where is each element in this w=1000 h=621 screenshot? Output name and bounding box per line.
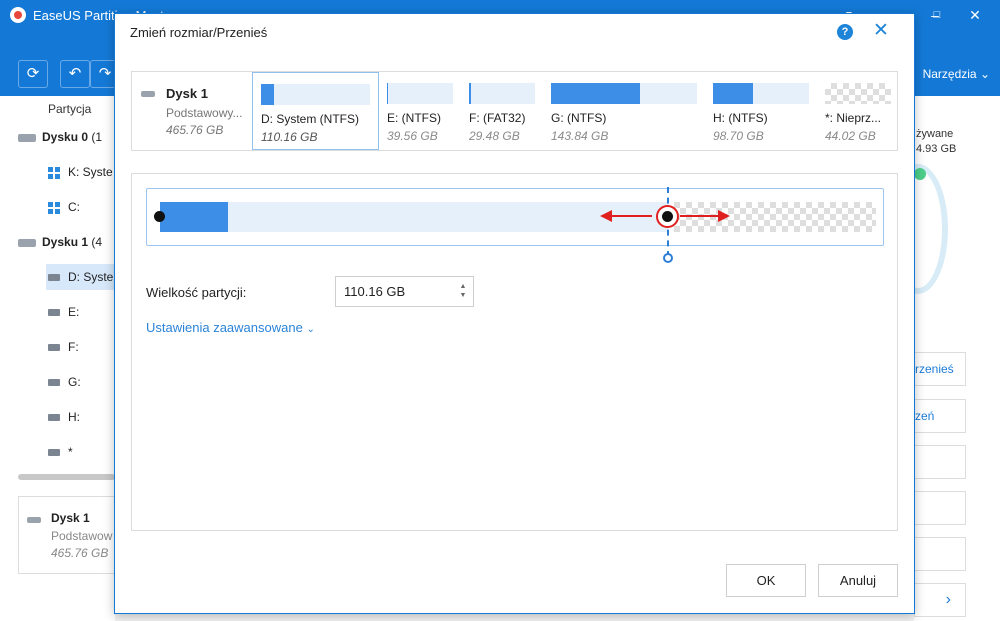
boundary-pin-icon <box>663 253 673 263</box>
partition-icon <box>48 414 60 422</box>
disk-card-type: Podstawow <box>51 529 113 543</box>
partition-size: 44.02 GB <box>825 129 876 143</box>
cancel-button[interactable]: Anuluj <box>818 564 898 597</box>
properties-panel: żywane 4.93 GB rzenieś zeń › <box>888 96 1000 621</box>
partition-label: *: Nieprz... <box>825 111 882 125</box>
disk-card-size: 465.76 GB <box>51 546 109 560</box>
horizontal-scrollbar[interactable] <box>18 474 115 480</box>
left-resize-handle[interactable] <box>154 211 165 222</box>
partition-d[interactable]: D: System (NTFS) 110.16 GB <box>252 72 379 150</box>
partition-usage-bar <box>261 84 370 105</box>
right-resize-handle[interactable] <box>655 204 680 229</box>
disk-size: 465.76 GB <box>166 123 224 137</box>
partition-icon <box>48 274 60 282</box>
disk-info: Dysk 1 Podstawowy... 465.76 GB <box>132 72 252 150</box>
undo-icon[interactable]: ↶ <box>60 60 90 88</box>
partition-usage-bar <box>713 83 809 104</box>
partition-usage-fill <box>469 83 471 104</box>
partition-h[interactable]: H: (NTFS) 98.70 GB <box>705 72 817 150</box>
partition-e[interactable]: E: (NTFS) 39.56 GB <box>379 72 461 150</box>
used-label: żywane <box>916 128 954 140</box>
partition-label: D: System (NTFS) <box>261 112 359 126</box>
tree-unallocated[interactable]: * <box>48 439 73 465</box>
partition-icon <box>48 449 60 457</box>
partition-label: E: (NTFS) <box>387 111 441 125</box>
partition-label: G: (NTFS) <box>551 111 607 125</box>
partition-size: 110.16 GB <box>261 130 318 144</box>
partition-icon <box>48 309 60 317</box>
tree-disk-0[interactable]: Dysku 0 (1 <box>18 124 102 150</box>
tree-partition-k[interactable]: K: Syste <box>48 159 113 185</box>
chevron-down-icon: ⌄ <box>306 324 315 335</box>
dialog-title: Zmień rozmiar/Przenieś <box>130 25 268 40</box>
partition-size: 29.48 GB <box>469 129 520 143</box>
disk-icon <box>27 517 41 523</box>
tree-partition-c[interactable]: C: <box>48 194 80 220</box>
resize-move-dialog: Zmień rozmiar/Przenieś ? ✕ Dysk 1 Podsta… <box>114 13 915 614</box>
partition-size-input[interactable]: 110.16 GB <box>335 276 474 307</box>
close-icon[interactable]: ✕ <box>872 21 890 41</box>
partition-usage-bar <box>469 83 535 104</box>
size-spinner-icon[interactable]: ▲ ▼ <box>458 282 468 300</box>
partition-bar <box>160 202 668 232</box>
disk-card[interactable]: Dysk 1 Podstawow 465.76 GB <box>18 496 118 574</box>
help-icon[interactable]: ? <box>837 24 853 40</box>
tree-disk-1[interactable]: Dysku 1 (4 <box>18 229 102 255</box>
disk-map: Dysk 1 Podstawowy... 465.76 GB D: System… <box>131 71 898 151</box>
chevron-right-icon: › <box>945 591 951 608</box>
disk-icon <box>18 133 36 142</box>
partition-icon <box>48 379 60 387</box>
partition-usage-fill <box>387 83 389 104</box>
tree-partition-g[interactable]: G: <box>48 369 81 395</box>
partition-label: H: (NTFS) <box>713 111 768 125</box>
partition-usage-fill <box>261 84 275 105</box>
tree-partition-f[interactable]: F: <box>48 334 79 360</box>
partition-f[interactable]: F: (FAT32) 29.48 GB <box>461 72 543 150</box>
disk-icon <box>141 91 155 97</box>
app-logo-icon <box>10 7 26 23</box>
partition-unallocated[interactable]: *: Nieprz... 44.02 GB <box>817 72 897 150</box>
action-button-5[interactable] <box>914 537 966 571</box>
partition-g[interactable]: G: (NTFS) 143.84 GB <box>543 72 705 150</box>
partition-size: 143.84 GB <box>551 129 609 143</box>
disk-name: Dysk 1 <box>166 86 208 101</box>
resize-move-button[interactable]: rzenieś <box>914 352 966 386</box>
partition-column-header: Partycja <box>48 102 92 116</box>
partition-usage-fill <box>713 83 754 104</box>
partition-icon <box>48 344 60 352</box>
disk-icon <box>18 238 36 247</box>
tree-partition-e[interactable]: E: <box>48 299 79 325</box>
windows-icon <box>48 201 60 214</box>
partition-label: F: (FAT32) <box>469 111 526 125</box>
resize-panel: Wielkość partycji: 110.16 GB ▲ ▼ Ustawien… <box>131 173 898 531</box>
tools-menu[interactable]: Narzędzia ⌄ <box>923 67 990 81</box>
advanced-settings-link[interactable]: Ustawienia zaawansowane ⌄ <box>146 320 315 335</box>
partition-usage-fill <box>551 83 641 104</box>
used-value: 4.93 GB <box>916 143 957 155</box>
tree-partition-h[interactable]: H: <box>48 404 80 430</box>
tree-partition-d[interactable]: D: Syste <box>46 264 115 290</box>
refresh-icon[interactable]: ⟳ <box>18 60 48 88</box>
disk-card-name: Dysk 1 <box>51 511 90 525</box>
partition-size: 39.56 GB <box>387 129 438 143</box>
partition-size: 98.70 GB <box>713 129 764 143</box>
unallocated-bar <box>825 83 891 104</box>
action-button-4[interactable] <box>914 491 966 525</box>
usage-dot <box>914 168 926 180</box>
partition-usage-bar <box>551 83 697 104</box>
partition-size-label: Wielkość partycji: <box>146 285 247 300</box>
partition-tree-panel: Partycja Dysku 0 (1 K: Syste C: Dysku 1 … <box>0 96 118 621</box>
resize-track[interactable] <box>146 187 884 263</box>
ok-button[interactable]: OK <box>726 564 806 597</box>
action-button-3[interactable] <box>914 445 966 479</box>
window-maximize-button[interactable]: □ <box>926 4 948 26</box>
windows-icon <box>48 166 60 179</box>
disk-type: Podstawowy... <box>166 106 243 120</box>
settings-button[interactable]: zeń <box>914 399 966 433</box>
partition-used-fill <box>160 202 228 232</box>
more-button[interactable]: › <box>914 583 966 617</box>
partition-usage-bar <box>387 83 453 104</box>
window-close-button[interactable]: ✕ <box>964 4 986 26</box>
